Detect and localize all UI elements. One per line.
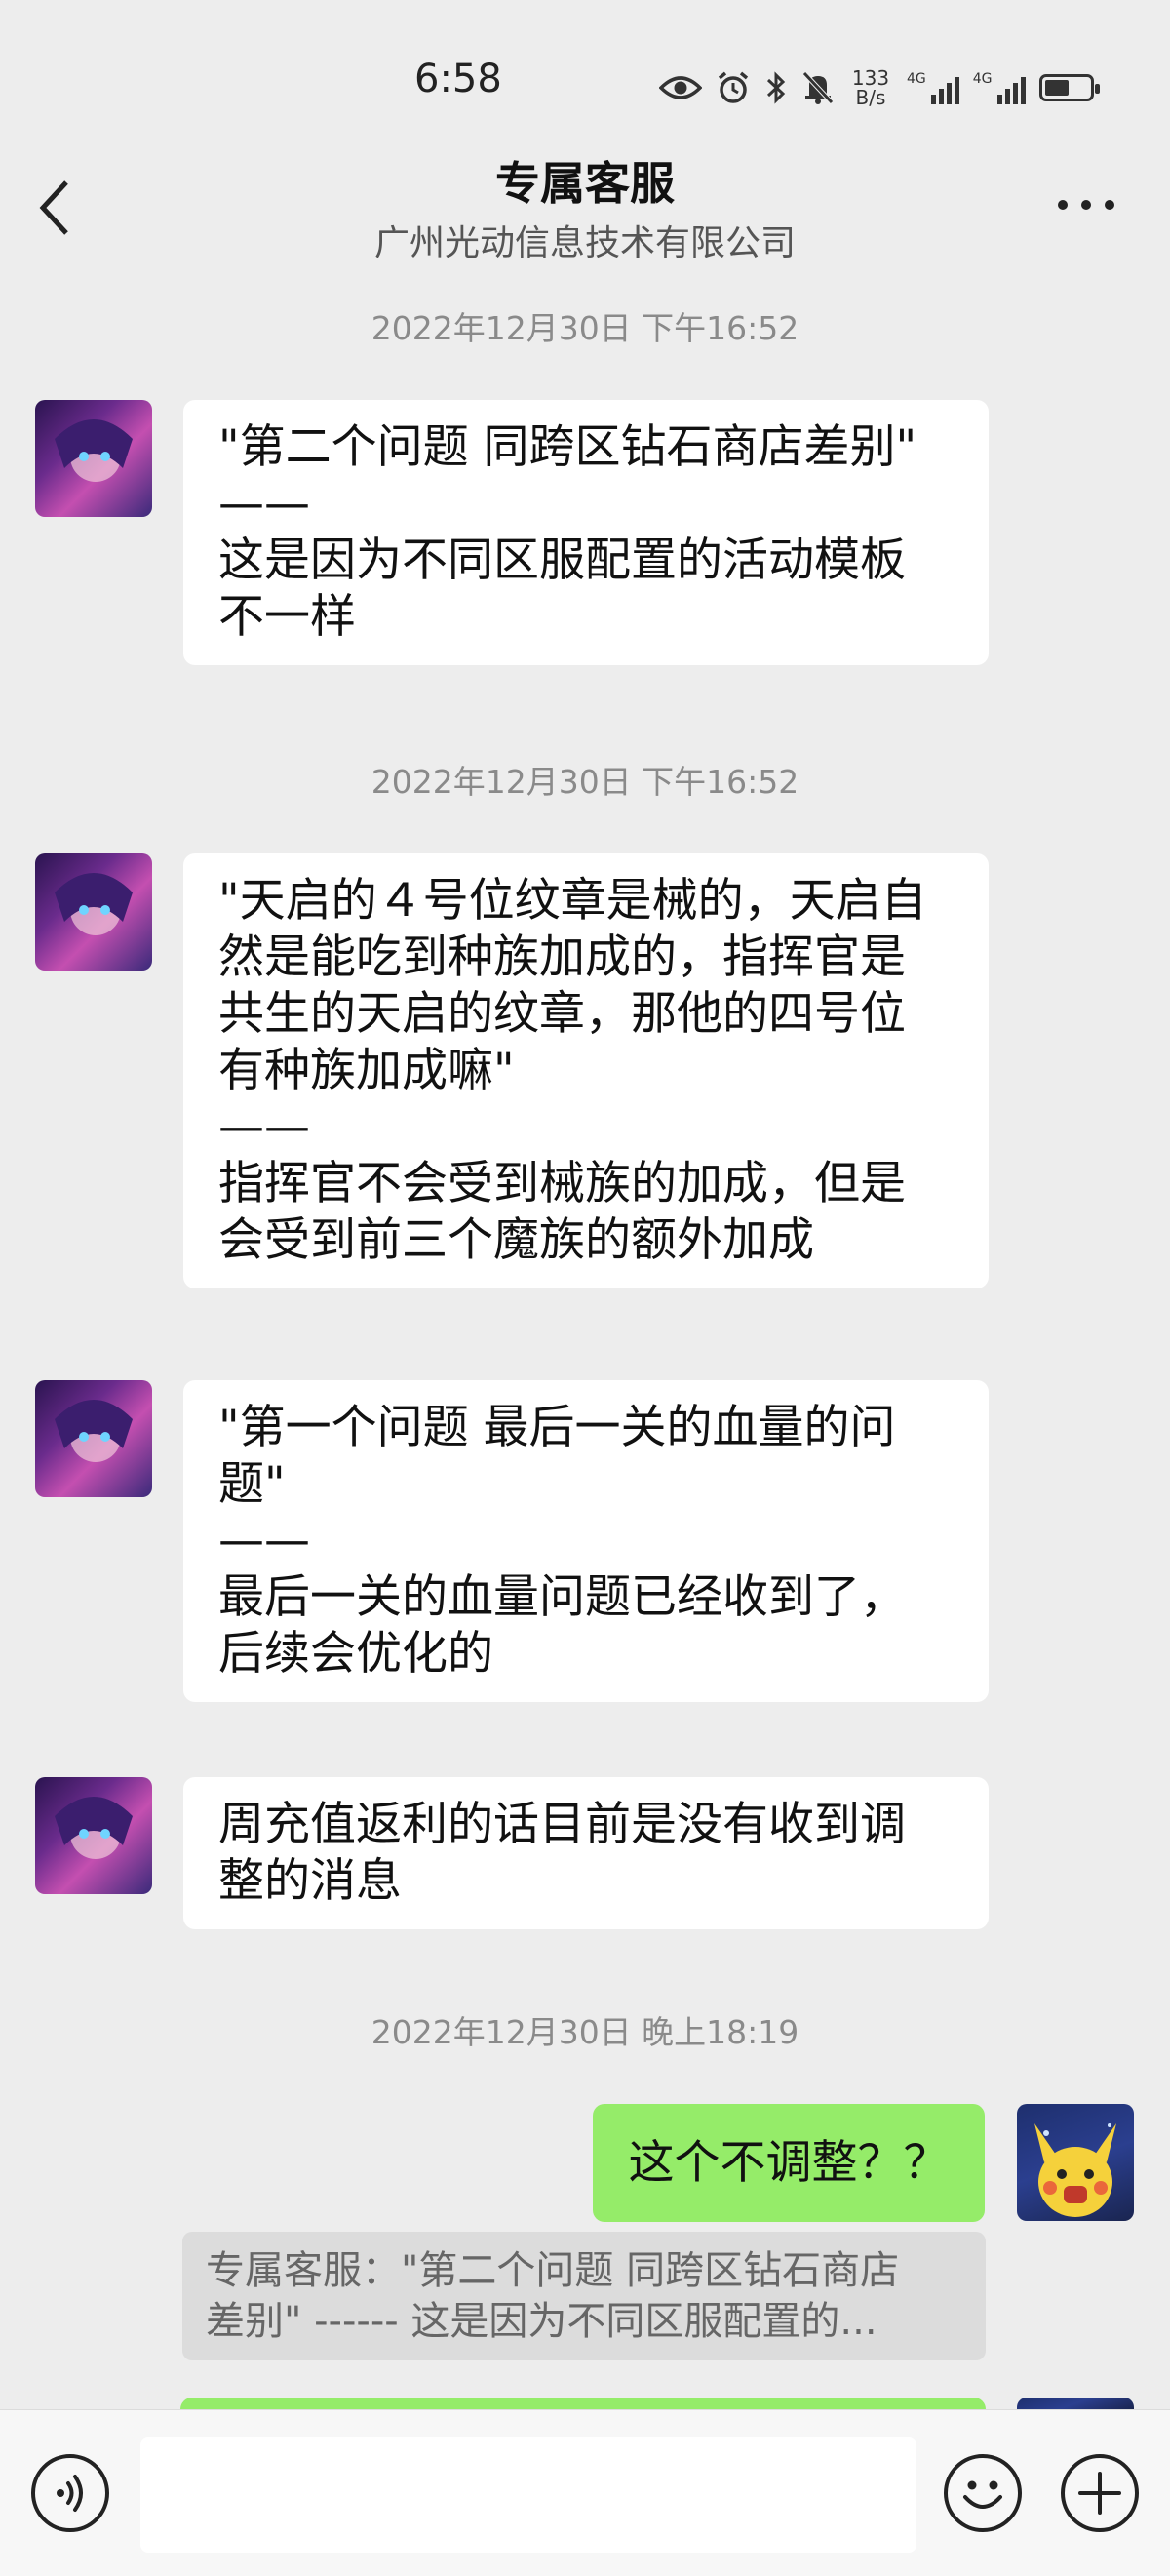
bluetooth-icon <box>766 71 786 104</box>
net-speed-unit: B/s <box>855 86 886 109</box>
avatar-image <box>55 873 133 935</box>
signal2-label: 4G <box>972 71 993 87</box>
net-speed-value: 133 <box>851 66 890 90</box>
message-bubble[interactable]: "第二个问题 同跨区钻石商店差别" —— 这是因为不同区服配置的活动模板 不一样 <box>183 400 989 665</box>
battery-icon <box>1038 74 1100 101</box>
avatar-image <box>55 419 133 482</box>
status-bar: 6:58 133 B/s 4G 4G <box>0 0 1170 146</box>
status-time: 6:58 <box>414 57 502 101</box>
my-message-bubble-partial[interactable] <box>180 2398 986 2409</box>
timestamp: 2022年12月30日 下午16:52 <box>370 309 800 347</box>
message-bubble[interactable]: "第一个问题 最后一关的血量的问 题" —— 最后一关的血量问题已经收到了， 后… <box>183 1380 989 1702</box>
mute-icon <box>802 71 834 104</box>
message-bubble[interactable]: 周充值返利的话目前是没有收到调 整的消息 <box>183 1777 989 1929</box>
avatar-image <box>55 1797 133 1859</box>
my-message-text: 这个不调整？？ <box>628 2135 950 2190</box>
emoji-icon <box>963 2480 1002 2509</box>
chat-title: 专属客服 <box>495 157 675 210</box>
battery-level <box>1044 80 1069 96</box>
voice-button[interactable] <box>31 2454 109 2532</box>
chat-subtitle: 广州光动信息技术有限公司 <box>373 223 796 263</box>
emoji-button[interactable] <box>944 2454 1022 2532</box>
avatar-image <box>1034 2123 1116 2217</box>
avatar[interactable] <box>35 853 152 971</box>
avatar[interactable] <box>35 1777 152 1894</box>
my-avatar[interactable] <box>1017 2104 1134 2221</box>
timestamp: 2022年12月30日 下午16:52 <box>370 763 800 801</box>
signal1-icon: 4G <box>907 71 959 104</box>
my-avatar-partial[interactable] <box>1017 2398 1134 2409</box>
add-icon <box>1078 2472 1121 2515</box>
quoted-message[interactable]: 专属客服："第二个问题 同跨区钻石商店 差别" ------ 这是因为不同区服配… <box>182 2232 986 2360</box>
status-icons: 133 B/s 4G 4G <box>659 59 1100 117</box>
my-message-bubble[interactable]: 这个不调整？？ <box>593 2104 985 2222</box>
alarm-icon <box>718 71 749 103</box>
avatar-image <box>55 1400 133 1462</box>
input-bar <box>0 2409 1170 2576</box>
timestamp: 2022年12月30日 晚上18:19 <box>370 2013 800 2051</box>
message-bubble[interactable]: "天启的４号位纹章是械的，天启自 然是能吃到种族加成的，指挥官是 共生的天启的纹… <box>183 853 989 1288</box>
avatar[interactable] <box>35 1380 152 1497</box>
voice-icon <box>57 2475 83 2512</box>
signal1-label: 4G <box>907 71 926 87</box>
message-input[interactable] <box>140 2437 916 2553</box>
more-icon[interactable] <box>1055 195 1117 215</box>
eye-icon <box>659 76 702 99</box>
avatar[interactable] <box>35 400 152 517</box>
network-speed: 133 B/s <box>848 68 893 107</box>
signal2-icon: 4G <box>973 71 1026 104</box>
add-button[interactable] <box>1061 2454 1139 2532</box>
